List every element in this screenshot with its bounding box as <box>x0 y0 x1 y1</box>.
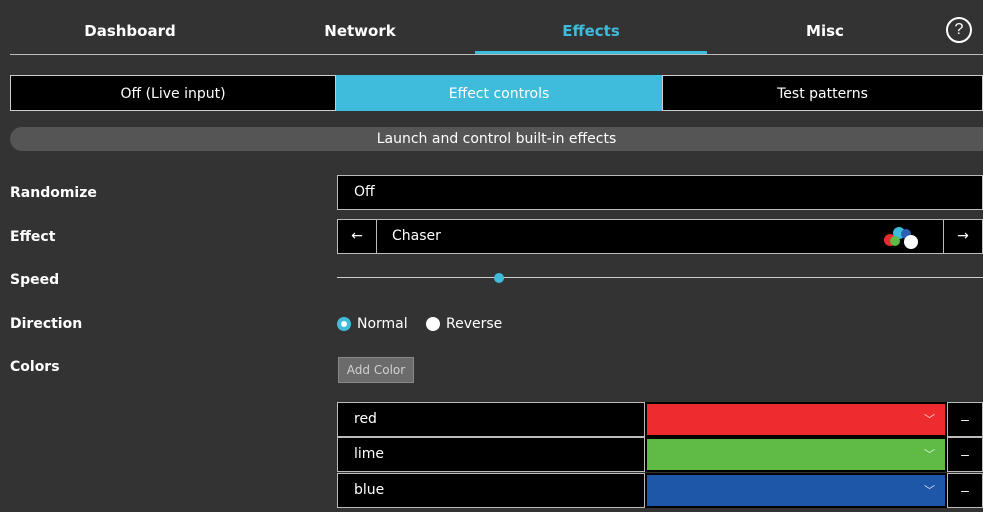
radio-checked-icon[interactable] <box>337 317 351 331</box>
effect-label: Effect <box>10 229 56 245</box>
next-effect-button[interactable]: → <box>943 220 982 253</box>
top-nav: Dashboard Network Effects Misc ? <box>0 0 983 56</box>
color-dropdown[interactable]: ﹀ <box>645 402 947 437</box>
speed-slider[interactable] <box>337 270 983 286</box>
randomize-select[interactable]: Off <box>337 175 983 210</box>
help-icon[interactable]: ? <box>946 17 972 43</box>
slider-thumb[interactable] <box>493 273 504 283</box>
color-dropdown[interactable]: ﹀ <box>645 473 947 508</box>
effect-name[interactable]: Chaser <box>392 220 441 253</box>
section-banner: Launch and control built-in effects <box>10 127 983 151</box>
color-name-input[interactable]: lime <box>337 437 645 472</box>
tab-effects[interactable]: Effects <box>475 0 707 56</box>
color-row: red ﹀ – <box>337 402 983 437</box>
tab-effects-label: Effects <box>562 22 620 40</box>
randomize-label: Randomize <box>10 185 97 201</box>
remove-color-button[interactable]: – <box>947 473 983 508</box>
mode-tab-off[interactable]: Off (Live input) <box>10 75 336 111</box>
speed-label: Speed <box>10 272 60 288</box>
chevron-down-icon: ﹀ <box>924 449 935 461</box>
remove-color-button[interactable]: – <box>947 402 983 437</box>
remove-color-button[interactable]: – <box>947 437 983 472</box>
chevron-down-icon: ﹀ <box>924 414 935 426</box>
tab-misc[interactable]: Misc <box>745 0 905 56</box>
mode-tabs: Off (Live input) Effect controls Test pa… <box>10 75 983 111</box>
tab-network[interactable]: Network <box>285 0 435 56</box>
chevron-down-icon: ﹀ <box>924 485 935 497</box>
mode-tab-effect-controls[interactable]: Effect controls <box>336 75 662 111</box>
radio-unchecked-icon[interactable] <box>426 317 440 331</box>
colors-label: Colors <box>10 359 60 375</box>
slider-track <box>337 277 983 278</box>
nav-divider <box>10 54 983 55</box>
color-dropdown[interactable]: ﹀ <box>645 437 947 472</box>
radio-reverse-label: Reverse <box>446 316 503 332</box>
radio-normal-label: Normal <box>357 316 408 332</box>
add-color-button[interactable]: Add Color <box>338 357 414 383</box>
prev-effect-button[interactable]: ← <box>338 220 377 253</box>
direction-label: Direction <box>10 316 83 332</box>
color-name-input[interactable]: red <box>337 402 645 437</box>
effect-selector: ← Chaser → <box>337 219 983 254</box>
color-row: lime ﹀ – <box>337 437 983 472</box>
color-row: blue ﹀ – <box>337 473 983 508</box>
tab-dashboard[interactable]: Dashboard <box>50 0 210 56</box>
color-name-input[interactable]: blue <box>337 473 645 508</box>
color-circles-icon <box>884 227 918 249</box>
mode-tab-test-patterns[interactable]: Test patterns <box>662 75 983 111</box>
